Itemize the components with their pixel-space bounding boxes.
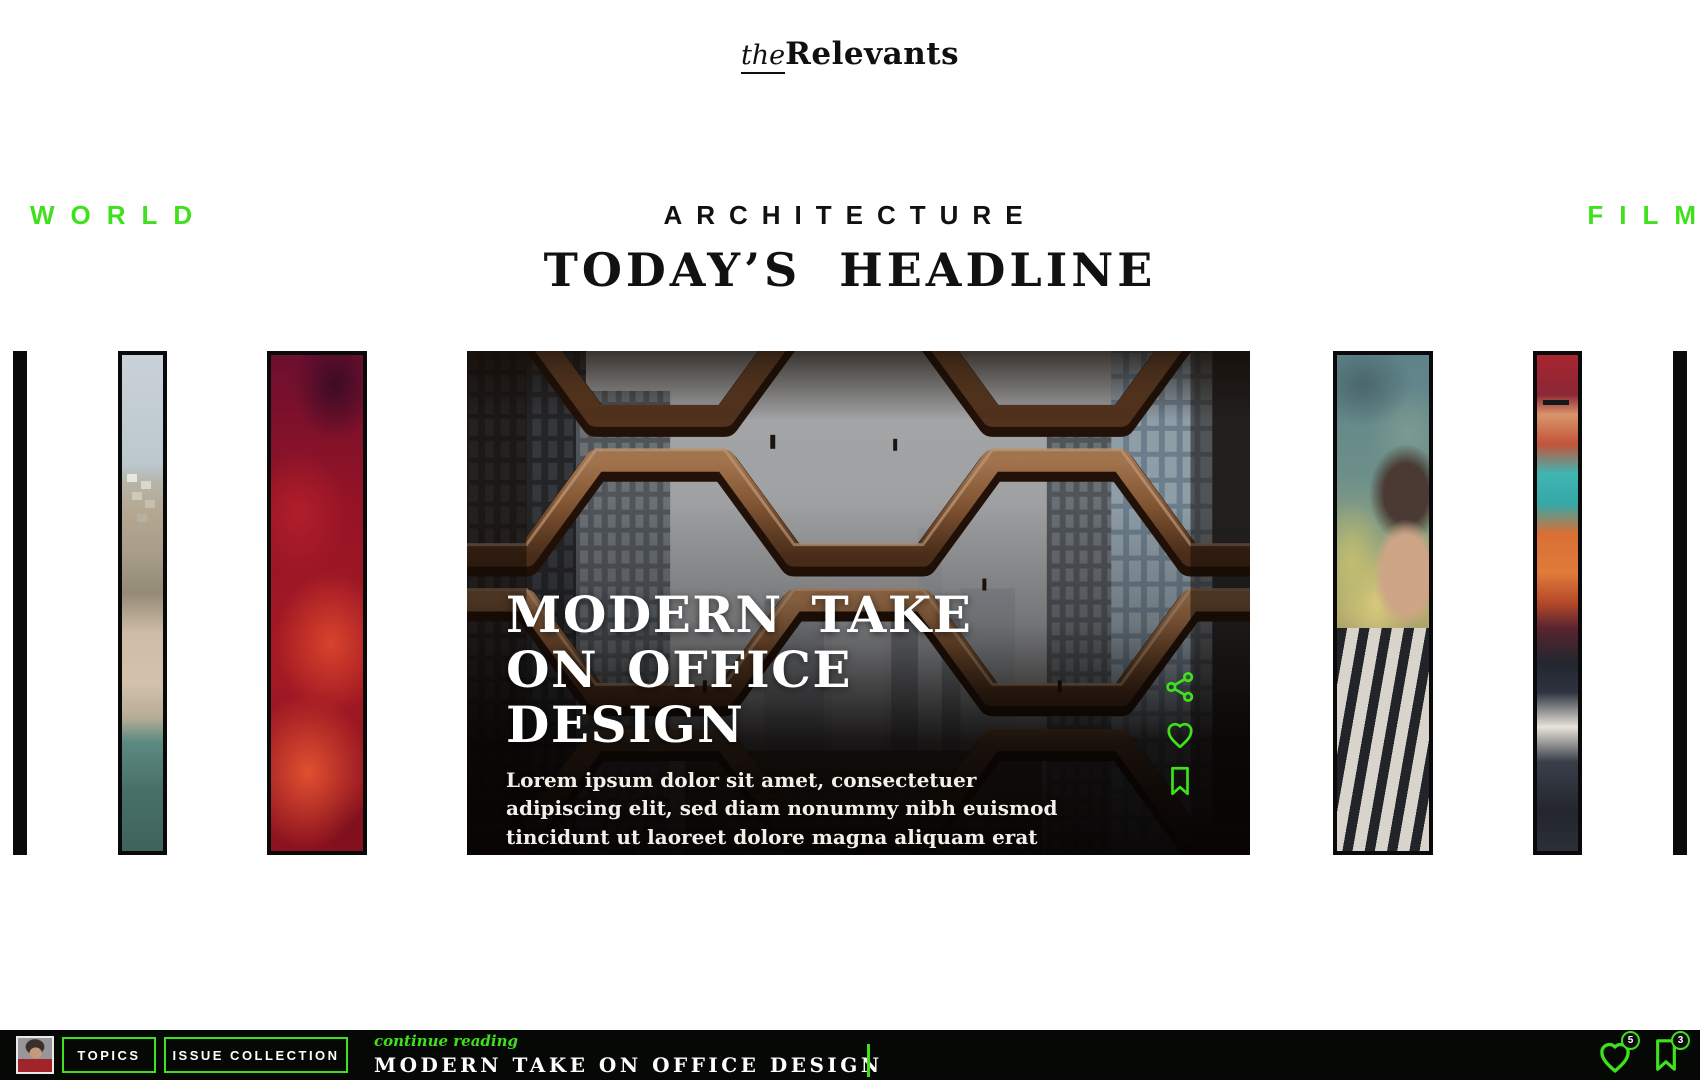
hero-text-block: MODERN TAKE ON OFFICE DESIGN Lorem ipsum… [506,587,1106,855]
hero-title-line2: ON OFFICE DESIGN [506,642,1106,752]
topics-button[interactable]: TOPICS [62,1037,156,1073]
likes-count-badge: 5 [1621,1031,1640,1050]
striped-shirt-detail [1337,628,1429,851]
continue-reading-label: continue reading [374,1033,883,1050]
masthead-logo-title: Relevants [785,36,959,72]
girl-striped-shirt-image [1337,355,1429,851]
bottom-bar-actions: 5 3 [1594,1035,1686,1077]
hero-title: MODERN TAKE ON OFFICE DESIGN [506,587,1106,752]
coastal-beach-image [122,355,163,851]
bookmarks-count-badge: 3 [1671,1031,1690,1050]
share-icon[interactable] [1162,669,1198,705]
category-prev-world[interactable]: WORLD [30,200,208,231]
user-avatar[interactable] [16,1036,54,1074]
carousel-edge-strip-left[interactable] [13,351,27,855]
continue-reading-block[interactable]: continue reading MODERN TAKE ON OFFICE D… [374,1033,883,1077]
carousel-slide-girl-striped-shirt[interactable] [1333,351,1433,855]
category-current: ARCHITECTURE [0,200,1700,231]
text-cursor-divider [867,1044,870,1077]
bottom-bar: TOPICS ISSUE COLLECTION continue reading… [0,1030,1700,1080]
graffiti-wall-image [1537,355,1578,851]
likes-action[interactable]: 5 [1594,1035,1636,1077]
masthead-logo-prefix: the [741,40,785,74]
hero-title-line1: MODERN TAKE [506,587,1106,642]
carousel-slide-coastal-beach[interactable] [118,351,167,855]
page-title: TODAY’S HEADLINE [0,243,1700,297]
carousel-slide-red-festival[interactable] [267,351,367,855]
bookmarks-action[interactable]: 3 [1646,1035,1686,1077]
heart-icon[interactable] [1162,716,1198,752]
hero-article-card[interactable]: MODERN TAKE ON OFFICE DESIGN Lorem ipsum… [467,351,1250,855]
carousel-slide-graffiti-wall[interactable] [1533,351,1582,855]
category-next-film[interactable]: FILM [1587,200,1700,231]
carousel-edge-strip-right[interactable] [1673,351,1687,855]
continue-reading-article-title: MODERN TAKE ON OFFICE DESIGN [374,1053,883,1077]
masthead-logo[interactable]: theRelevants [0,36,1700,72]
page-root: theRelevants ARCHITECTURE WORLD FILM TOD… [0,0,1700,1080]
red-festival-image [271,355,363,851]
hero-excerpt: Lorem ipsum dolor sit amet, consectetuer… [506,766,1091,855]
hero-action-bar [1162,669,1198,799]
issue-collection-button[interactable]: ISSUE COLLECTION [164,1037,348,1073]
bookmark-icon[interactable] [1162,763,1198,799]
